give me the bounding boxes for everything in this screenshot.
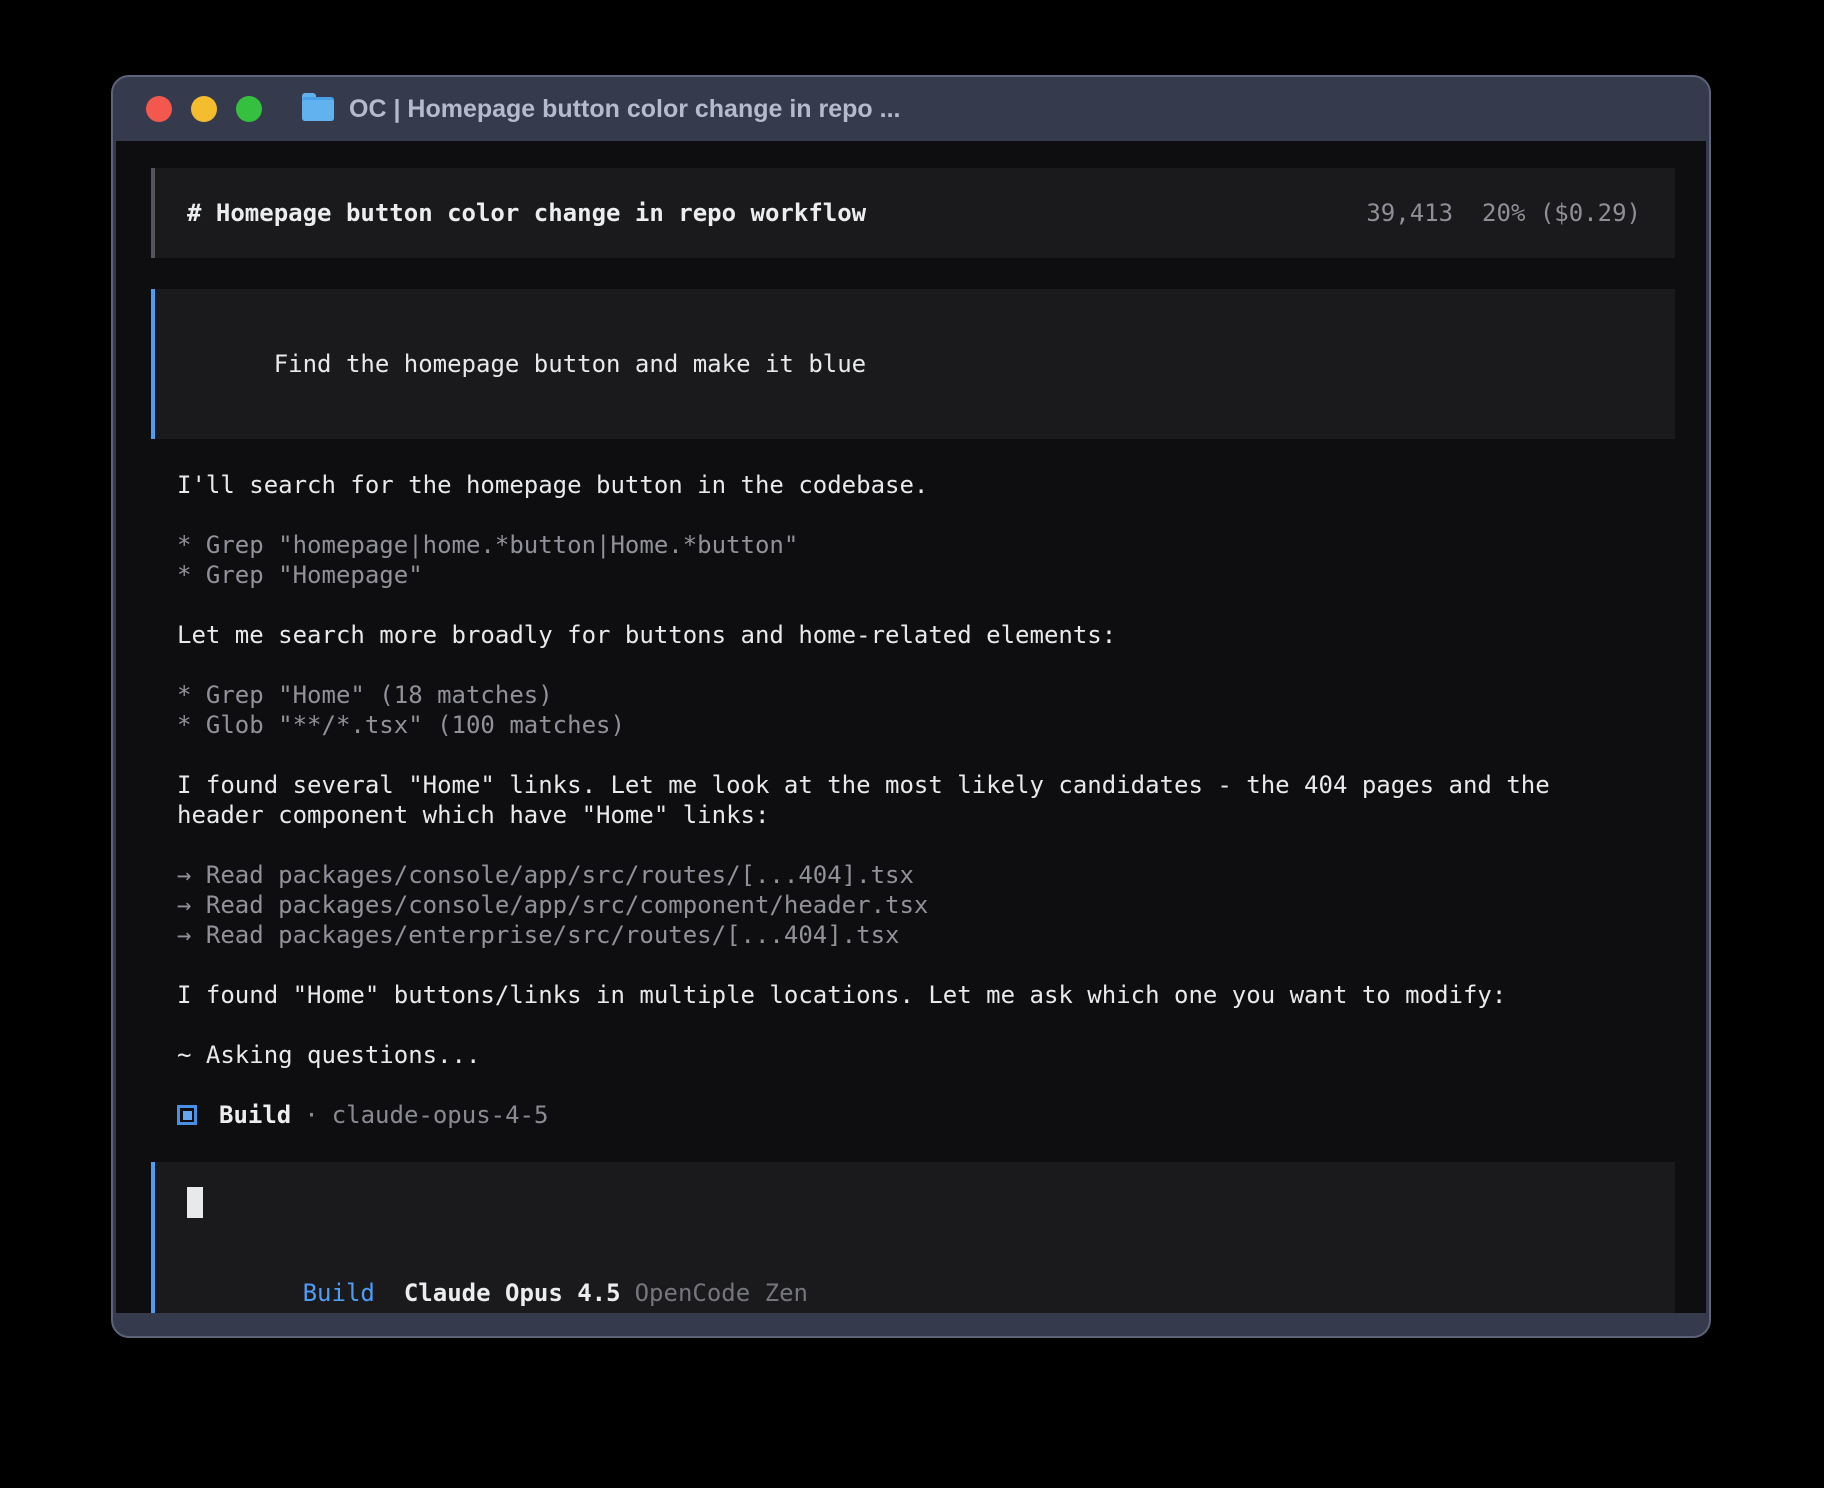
user-message: Find the homepage button and make it blu… bbox=[151, 289, 1675, 439]
assistant-message: I found several "Home" links. Let me loo… bbox=[177, 770, 1637, 830]
model-status-bar: Build Claude Opus 4.5 OpenCode Zen bbox=[187, 1248, 1643, 1313]
assistant-message: Let me search more broadly for buttons a… bbox=[177, 620, 1637, 650]
tool-call-grep: * Grep "homepage|home.*button|Home.*butt… bbox=[177, 530, 1637, 560]
assistant-message: I'll search for the homepage button in t… bbox=[177, 470, 1637, 500]
assistant-working-status: ~ Asking questions... bbox=[177, 1040, 1637, 1070]
conversation: I'll search for the homepage button in t… bbox=[177, 470, 1637, 1130]
folder-icon bbox=[302, 97, 334, 121]
prompt-input[interactable]: Build Claude Opus 4.5 OpenCode Zen bbox=[151, 1162, 1675, 1313]
window-title: OC | Homepage button color change in rep… bbox=[349, 95, 900, 124]
close-window-button[interactable] bbox=[146, 96, 172, 122]
session-header: # Homepage button color change in repo w… bbox=[151, 168, 1675, 258]
assistant-message: I found "Home" buttons/links in multiple… bbox=[177, 980, 1637, 1010]
traffic-lights bbox=[146, 96, 262, 122]
window-titlebar[interactable]: OC | Homepage button color change in rep… bbox=[113, 77, 1709, 141]
tool-call-group: * Grep "Home" (18 matches) * Glob "**/*.… bbox=[177, 680, 1637, 740]
context-usage: 20% ($0.29) bbox=[1482, 199, 1641, 227]
agent-name: Build bbox=[219, 1100, 291, 1130]
model-name: claude-opus-4-5 bbox=[332, 1100, 549, 1130]
tool-call-group: → Read packages/console/app/src/routes/[… bbox=[177, 860, 1637, 950]
session-title: # Homepage button color change in repo w… bbox=[187, 198, 866, 228]
session-stats: 39,413 20% ($0.29) bbox=[1366, 198, 1641, 228]
token-count: 39,413 bbox=[1366, 199, 1453, 227]
tool-call-read: → Read packages/enterprise/src/routes/[.… bbox=[177, 920, 1637, 950]
tool-call-glob: * Glob "**/*.tsx" (100 matches) bbox=[177, 710, 1637, 740]
model-provider: OpenCode Zen bbox=[635, 1279, 808, 1307]
tool-call-grep: * Grep "Home" (18 matches) bbox=[177, 680, 1637, 710]
agent-status-row: Build · claude-opus-4-5 bbox=[177, 1100, 1637, 1130]
separator-dot: · bbox=[304, 1100, 318, 1130]
zoom-window-button[interactable] bbox=[236, 96, 262, 122]
text-cursor bbox=[187, 1187, 203, 1218]
user-message-text: Find the homepage button and make it blu… bbox=[274, 350, 866, 378]
tool-call-group: * Grep "homepage|home.*button|Home.*butt… bbox=[177, 530, 1637, 590]
tool-call-read: → Read packages/console/app/src/routes/[… bbox=[177, 860, 1637, 890]
tool-call-read: → Read packages/console/app/src/componen… bbox=[177, 890, 1637, 920]
tool-call-grep: * Grep "Homepage" bbox=[177, 560, 1637, 590]
build-agent-icon bbox=[177, 1105, 197, 1125]
terminal-content: # Homepage button color change in repo w… bbox=[116, 141, 1706, 1313]
active-model[interactable]: Claude Opus 4.5 bbox=[404, 1279, 621, 1307]
active-agent[interactable]: Build bbox=[303, 1279, 375, 1307]
minimize-window-button[interactable] bbox=[191, 96, 217, 122]
terminal-window: OC | Homepage button color change in rep… bbox=[111, 75, 1711, 1338]
